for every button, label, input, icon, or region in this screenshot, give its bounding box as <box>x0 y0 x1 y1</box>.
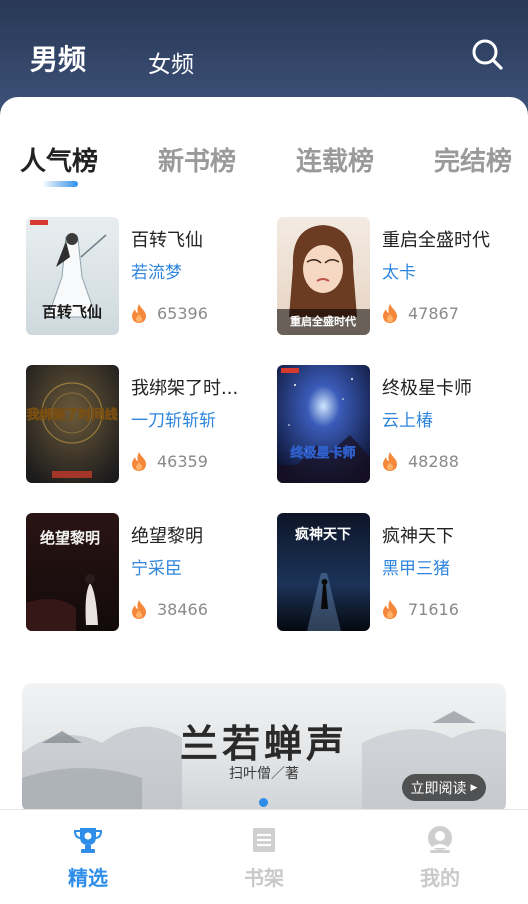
tab-female[interactable]: 女频 <box>148 45 194 79</box>
cover-title: 绝望黎明 <box>40 529 100 547</box>
book-author[interactable]: 黑甲三猪 <box>382 554 450 579</box>
content-sheet: 人气榜 新书榜 连载榜 完结榜 百转飞仙 百转飞仙 若流梦 65396 重启全盛… <box>0 97 528 904</box>
tab-serial[interactable]: 连载榜 <box>296 141 374 178</box>
book-title[interactable]: 绝望黎明 <box>131 522 266 548</box>
nav-profile[interactable]: 我的 <box>400 824 480 891</box>
tab-new[interactable]: 新书榜 <box>158 141 236 178</box>
trophy-icon <box>73 828 103 853</box>
tab-indicator <box>42 181 78 187</box>
bottom-nav: 精选 书架 我的 <box>0 809 528 904</box>
fire-icon <box>132 303 146 323</box>
fire-icon <box>383 303 397 323</box>
book-heat: 65396 <box>130 302 208 324</box>
banner-author: 扫叶僧／著 <box>229 766 299 782</box>
cover-title: 百转飞仙 <box>42 303 102 321</box>
book-title[interactable]: 疯神天下 <box>382 522 517 548</box>
fire-icon <box>383 599 397 619</box>
book-card[interactable]: 百转飞仙 百转飞仙 若流梦 65396 <box>26 217 266 337</box>
nav-featured[interactable]: 精选 <box>48 824 128 891</box>
book-title[interactable]: 终极星卡师 <box>382 374 517 400</box>
heat-count: 46359 <box>157 451 208 471</box>
book-cover[interactable]: 绝望黎明 <box>26 513 119 631</box>
nav-label: 精选 <box>68 866 108 890</box>
profile-icon <box>428 826 452 853</box>
book-heat: 38466 <box>130 598 208 620</box>
nav-label: 书架 <box>244 866 284 890</box>
book-author[interactable]: 云上椿 <box>382 406 433 431</box>
book-card[interactable]: 重启全盛时代 重启全盛时代 太卡 47867 <box>277 217 517 337</box>
cover-title: 疯神天下 <box>295 526 351 543</box>
book-heat: 46359 <box>130 450 208 472</box>
book-card[interactable]: 我绑架了时间线 我绑架了时... 一刀斩斩斩 46359 <box>26 365 266 485</box>
play-arrow-icon: ▶ <box>470 782 478 793</box>
read-now-button[interactable]: 立即阅读 ▶ <box>402 774 486 801</box>
book-card[interactable]: 疯神天下 疯神天下 黑甲三猪 71616 <box>277 513 517 633</box>
rank-tabs: 人气榜 新书榜 连载榜 完结榜 <box>0 141 528 181</box>
tab-popular[interactable]: 人气榜 <box>20 141 98 178</box>
fire-icon <box>383 451 397 471</box>
book-cover[interactable]: 终极星卡师 <box>277 365 370 483</box>
heat-count: 47867 <box>408 303 459 323</box>
search-icon <box>472 39 503 70</box>
book-author[interactable]: 若流梦 <box>131 258 182 283</box>
cover-title: 终极星卡师 <box>290 445 355 461</box>
book-author[interactable]: 太卡 <box>382 258 416 283</box>
book-cover[interactable]: 重启全盛时代 <box>277 217 370 335</box>
tab-male[interactable]: 男频 <box>30 38 86 78</box>
nav-label: 我的 <box>420 866 460 890</box>
nav-bookshelf[interactable]: 书架 <box>224 824 304 891</box>
carousel-indicator <box>259 798 268 807</box>
read-now-label: 立即阅读 <box>410 780 467 797</box>
book-cover[interactable]: 我绑架了时间线 <box>26 365 119 483</box>
tab-finished[interactable]: 完结榜 <box>434 141 512 178</box>
fire-icon <box>132 451 146 471</box>
book-card[interactable]: 绝望黎明 绝望黎明 宁采臣 38466 <box>26 513 266 633</box>
book-heat: 47867 <box>381 302 459 324</box>
book-author[interactable]: 宁采臣 <box>131 554 182 579</box>
bookshelf-icon <box>253 828 275 852</box>
heat-count: 71616 <box>408 599 459 619</box>
book-title[interactable]: 重启全盛时代 <box>382 226 517 252</box>
fire-icon <box>132 599 146 619</box>
cover-title: 我绑架了时间线 <box>26 407 117 423</box>
book-cover[interactable]: 疯神天下 <box>277 513 370 631</box>
search-button[interactable] <box>470 37 504 71</box>
book-heat: 48288 <box>381 450 459 472</box>
heat-count: 38466 <box>157 599 208 619</box>
book-author[interactable]: 一刀斩斩斩 <box>131 406 216 431</box>
book-title[interactable]: 我绑架了时... <box>131 374 266 400</box>
book-title[interactable]: 百转飞仙 <box>131 226 266 252</box>
banner-title: 兰若蝉声 <box>180 721 349 766</box>
cover-title: 重启全盛时代 <box>290 314 356 328</box>
heat-count: 65396 <box>157 303 208 323</box>
book-cover[interactable]: 百转飞仙 <box>26 217 119 335</box>
heat-count: 48288 <box>408 451 459 471</box>
book-card[interactable]: 终极星卡师 终极星卡师 云上椿 48288 <box>277 365 517 485</box>
book-heat: 71616 <box>381 598 459 620</box>
promo-banner[interactable]: 兰若蝉声 扫叶僧／著 立即阅读 ▶ <box>22 683 506 813</box>
top-header: 男频 女频 <box>0 0 528 110</box>
